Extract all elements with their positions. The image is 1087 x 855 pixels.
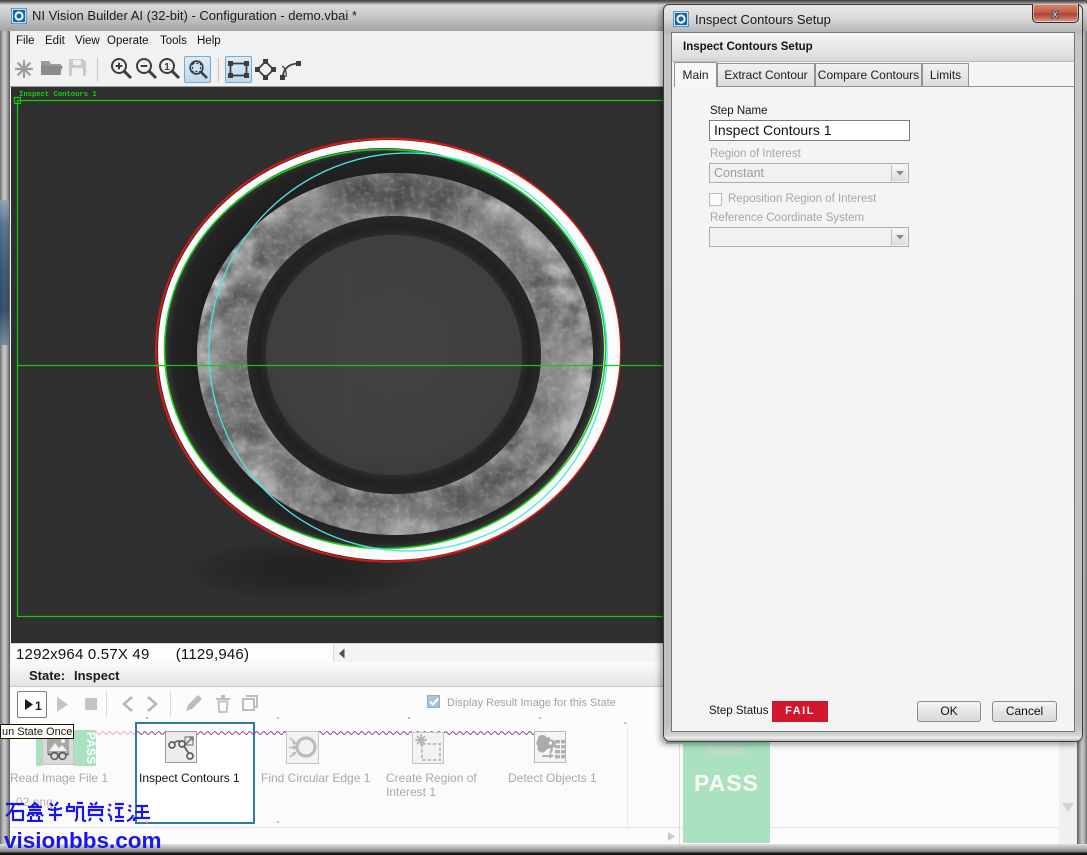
svg-text:x: x: [1051, 6, 1059, 21]
svg-text:1: 1: [35, 699, 42, 713]
svg-text:1: 1: [164, 62, 170, 73]
